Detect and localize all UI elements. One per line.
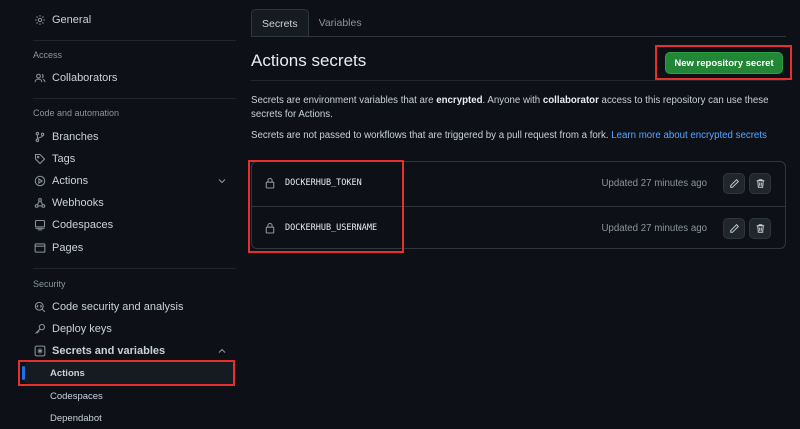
people-icon <box>34 72 46 84</box>
section-heading-security: Security <box>33 279 66 289</box>
secret-row: DOCKERHUB_TOKEN Updated 27 minutes ago <box>252 162 785 206</box>
secrets-description: Secrets are environment variables that a… <box>251 94 781 122</box>
pencil-icon <box>729 179 739 188</box>
sidebar-item-webhooks[interactable]: Webhooks <box>24 192 236 214</box>
edit-secret-button[interactable] <box>723 173 745 194</box>
sidebar-item-secrets-variables[interactable]: Secrets and variables <box>24 340 236 362</box>
new-repository-secret-button[interactable]: New repository secret <box>665 52 783 74</box>
sidebar-item-label: Codespaces <box>52 219 114 231</box>
chevron-up-icon[interactable] <box>216 345 228 357</box>
tag-icon <box>34 153 46 165</box>
secret-name: DOCKERHUB_TOKEN <box>285 178 362 188</box>
lock-icon <box>265 177 275 189</box>
lock-icon <box>265 222 275 234</box>
secret-updated: Updated 27 minutes ago <box>601 178 707 189</box>
sidebar-item-label: Deploy keys <box>52 323 112 335</box>
section-heading-access: Access <box>33 50 63 60</box>
page-title: Actions secrets <box>251 51 367 70</box>
sidebar-item-collaborators[interactable]: Collaborators <box>24 67 236 89</box>
sidebar-item-label: Actions <box>52 175 89 187</box>
sidebar-subitem-codespaces[interactable]: Codespaces <box>24 385 236 407</box>
delete-secret-button[interactable] <box>749 218 771 239</box>
sidebar-subitem-label: Actions <box>50 367 85 379</box>
sidebar-item-label: Tags <box>52 153 76 165</box>
sidebar-item-deploy-keys[interactable]: Deploy keys <box>24 318 236 340</box>
pencil-icon <box>729 224 739 233</box>
play-circle-icon <box>34 175 46 187</box>
sidebar-divider <box>33 98 236 99</box>
sidebar-item-branches[interactable]: Branches <box>24 126 236 148</box>
edit-secret-button[interactable] <box>723 218 745 239</box>
sidebar-subitem-label: Codespaces <box>50 390 103 402</box>
sidebar-item-actions[interactable]: Actions <box>24 170 236 192</box>
section-heading-code-automation: Code and automation <box>33 108 120 118</box>
webhook-icon <box>34 197 46 209</box>
description-text: . Anyone with <box>482 95 543 106</box>
secrets-tabs: Secrets Variables <box>251 9 372 37</box>
browser-icon <box>34 242 46 254</box>
branch-icon <box>34 131 46 143</box>
gear-icon <box>34 14 46 26</box>
description-text: Secrets are environment variables that a… <box>251 95 437 106</box>
codescan-icon <box>34 301 46 313</box>
fork-notice: Secrets are not passed to workflows that… <box>251 129 781 143</box>
settings-sidebar: General Access Collaborators Code and au… <box>0 0 240 429</box>
secret-updated: Updated 27 minutes ago <box>601 223 707 234</box>
secrets-list: DOCKERHUB_TOKEN Updated 27 minutes ago D… <box>251 161 786 249</box>
tabs-divider <box>251 36 786 37</box>
description-emphasis: collaborator <box>542 95 599 106</box>
trash-icon <box>756 224 764 233</box>
secret-name: DOCKERHUB_USERNAME <box>285 223 378 233</box>
sidebar-item-label: Webhooks <box>52 197 104 209</box>
sidebar-item-label: Code security and analysis <box>52 301 184 313</box>
chevron-down-icon[interactable] <box>216 175 228 187</box>
sidebar-subitem-actions[interactable]: Actions <box>22 362 236 384</box>
sidebar-subitem-label: Dependabot <box>50 412 102 424</box>
asterisk-icon <box>34 345 46 357</box>
secret-row: DOCKERHUB_USERNAME Updated 27 minutes ag… <box>252 206 785 250</box>
tab-secrets[interactable]: Secrets <box>251 9 309 37</box>
sidebar-item-label: Branches <box>52 131 99 143</box>
sidebar-item-label: General <box>52 14 92 26</box>
tab-variables[interactable]: Variables <box>309 9 372 37</box>
sidebar-divider <box>33 268 236 269</box>
trash-icon <box>756 179 764 188</box>
sidebar-item-label: Pages <box>52 242 84 254</box>
title-divider <box>251 80 786 81</box>
sidebar-item-tags[interactable]: Tags <box>24 148 236 170</box>
description-emphasis: encrypted <box>436 95 483 106</box>
sidebar-item-label: Secrets and variables <box>52 345 166 357</box>
key-icon <box>34 323 46 335</box>
sidebar-item-general[interactable]: General <box>24 9 236 31</box>
learn-more-link[interactable]: Learn more about encrypted secrets <box>611 130 767 141</box>
delete-secret-button[interactable] <box>749 173 771 194</box>
sidebar-item-pages[interactable]: Pages <box>24 237 236 259</box>
sidebar-item-codespaces[interactable]: Codespaces <box>24 214 236 236</box>
sidebar-subitem-dependabot[interactable]: Dependabot <box>24 407 236 429</box>
fork-notice-text: Secrets are not passed to workflows that… <box>251 130 612 141</box>
sidebar-divider <box>33 40 236 41</box>
codespaces-icon <box>34 219 46 231</box>
sidebar-item-label: Collaborators <box>52 72 118 84</box>
sidebar-item-code-security[interactable]: Code security and analysis <box>24 296 236 318</box>
